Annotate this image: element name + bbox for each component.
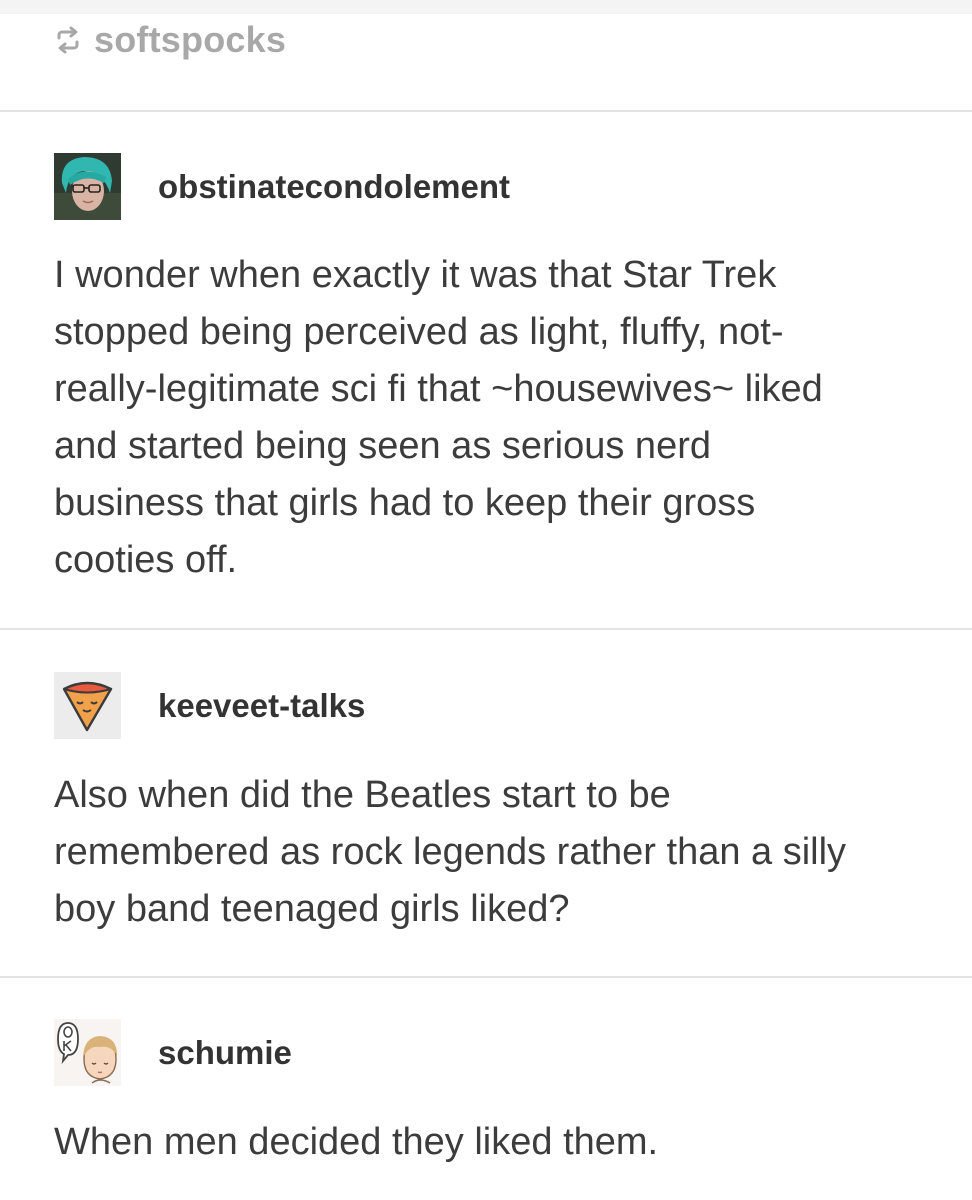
divider	[0, 976, 972, 978]
avatar-photo-icon[interactable]	[54, 153, 121, 220]
post-header: obstinatecondolement	[54, 153, 510, 220]
reblog-header[interactable]: softspocks	[54, 18, 286, 62]
post-body: I wonder when exactly it was that Star T…	[54, 254, 823, 581]
reblog-username[interactable]: softspocks	[94, 19, 286, 61]
reblog-icon	[57, 26, 79, 54]
divider	[0, 110, 972, 112]
divider	[0, 628, 972, 630]
post-username[interactable]: obstinatecondolement	[158, 168, 510, 206]
post-body: Also when did the Beatles start to be re…	[54, 774, 847, 930]
post-header: schumie	[54, 1019, 292, 1086]
post-username[interactable]: keeveet-talks	[158, 687, 365, 725]
ok-speech-bubble-icon[interactable]	[54, 1019, 121, 1086]
pizza-slice-icon[interactable]	[54, 672, 121, 739]
post-body: When men decided they liked them.	[54, 1121, 659, 1163]
top-strip	[0, 0, 972, 14]
post-username[interactable]: schumie	[158, 1034, 292, 1072]
post-header: keeveet-talks	[54, 672, 365, 739]
